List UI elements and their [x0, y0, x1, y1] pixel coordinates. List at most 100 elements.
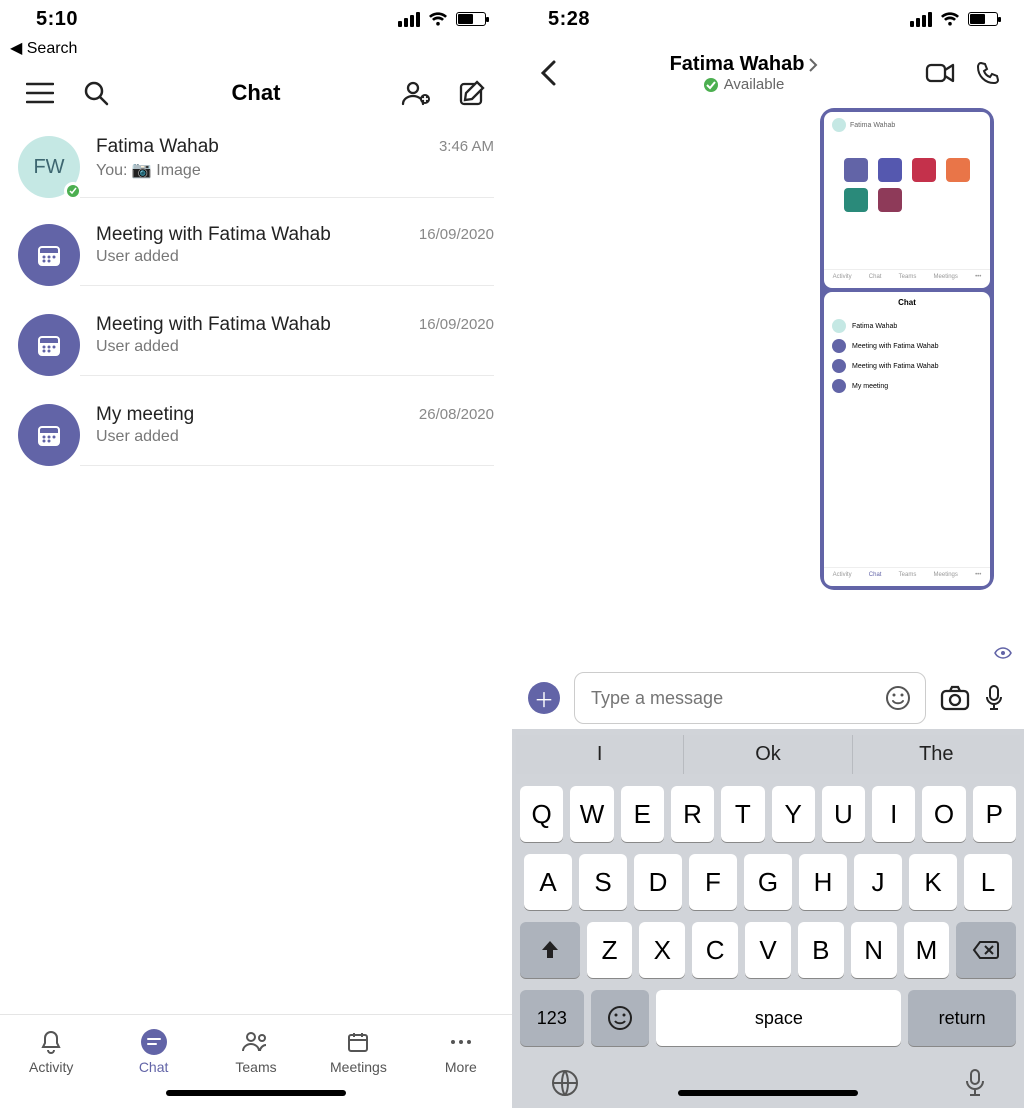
tab-label: Chat — [139, 1059, 169, 1075]
key-t[interactable]: T — [721, 786, 764, 842]
return-key[interactable]: return — [908, 990, 1016, 1046]
mic-icon[interactable] — [984, 684, 1004, 712]
back-icon[interactable] — [532, 57, 564, 89]
key-x[interactable]: X — [639, 922, 685, 978]
numbers-key[interactable]: 123 — [520, 990, 584, 1046]
chat-time: 16/09/2020 — [419, 224, 494, 248]
compose-box[interactable] — [574, 672, 926, 724]
message-input[interactable] — [589, 687, 875, 710]
search-icon[interactable] — [80, 77, 112, 109]
key-row-4: 123 space return — [516, 990, 1020, 1046]
tab-chat[interactable]: Chat — [102, 1029, 204, 1108]
key-j[interactable]: J — [854, 854, 902, 910]
backspace-key[interactable] — [956, 922, 1016, 978]
key-z[interactable]: Z — [587, 922, 633, 978]
home-indicator[interactable] — [678, 1090, 858, 1096]
teams-icon — [242, 1029, 270, 1055]
key-c[interactable]: C — [692, 922, 738, 978]
key-r[interactable]: R — [671, 786, 714, 842]
key-h[interactable]: H — [799, 854, 847, 910]
breadcrumb-back[interactable]: ◀ Search — [0, 38, 512, 64]
home-indicator[interactable] — [166, 1090, 346, 1096]
key-l[interactable]: L — [964, 854, 1012, 910]
key-n[interactable]: N — [851, 922, 897, 978]
key-g[interactable]: G — [744, 854, 792, 910]
suggestion[interactable]: The — [853, 735, 1020, 774]
add-attachment-button[interactable]: ＋ — [528, 682, 560, 714]
avatar-meeting-icon — [18, 224, 80, 286]
camera-icon[interactable] — [940, 685, 970, 711]
chat-row-meeting-3[interactable]: My meeting 26/08/2020 User added — [18, 390, 494, 480]
key-u[interactable]: U — [822, 786, 865, 842]
tab-activity[interactable]: Activity — [0, 1029, 102, 1108]
chat-preview: User added — [96, 428, 494, 446]
chat-row-meeting-1[interactable]: Meeting with Fatima Wahab 16/09/2020 Use… — [18, 210, 494, 300]
keyboard: I Ok The Q W E R T Y U I O P A S D F G H… — [512, 729, 1024, 1108]
key-a[interactable]: A — [524, 854, 572, 910]
status-time: 5:28 — [548, 8, 590, 31]
key-m[interactable]: M — [904, 922, 950, 978]
space-key[interactable]: space — [656, 990, 901, 1046]
key-f[interactable]: F — [689, 854, 737, 910]
sent-image-message[interactable]: Fatima Wahab ActivityChatTeamsMeetings••… — [820, 108, 994, 590]
chat-preview: User added — [96, 248, 494, 266]
compose-icon[interactable] — [456, 77, 488, 109]
compose-row: ＋ — [512, 667, 1024, 729]
conversation-header: Fatima Wahab Available — [512, 38, 1024, 108]
presence-badge — [64, 182, 82, 200]
video-call-icon[interactable] — [924, 57, 956, 89]
add-contact-icon[interactable] — [400, 77, 432, 109]
tab-label: More — [445, 1059, 477, 1075]
chat-header: Chat — [0, 64, 512, 122]
wifi-icon — [428, 12, 448, 27]
avatar-meeting-icon — [18, 314, 80, 376]
key-d[interactable]: D — [634, 854, 682, 910]
key-o[interactable]: O — [922, 786, 965, 842]
chat-row-meeting-2[interactable]: Meeting with Fatima Wahab 16/09/2020 Use… — [18, 300, 494, 390]
tab-label: Teams — [235, 1059, 276, 1075]
key-i[interactable]: I — [872, 786, 915, 842]
chat-preview: You: 📷 Image — [96, 160, 494, 180]
conversation-screen: 5:28 Fatima Wahab Available — [512, 0, 1024, 1108]
tab-label: Meetings — [330, 1059, 387, 1075]
key-w[interactable]: W — [570, 786, 613, 842]
audio-call-icon[interactable] — [972, 57, 1004, 89]
key-b[interactable]: B — [798, 922, 844, 978]
key-q[interactable]: Q — [520, 786, 563, 842]
tab-more[interactable]: More — [410, 1029, 512, 1108]
globe-key[interactable] — [550, 1068, 580, 1098]
hamburger-icon[interactable] — [24, 77, 56, 109]
chat-time: 26/08/2020 — [419, 404, 494, 428]
key-p[interactable]: P — [973, 786, 1016, 842]
battery-icon — [456, 12, 486, 26]
presence-dot — [704, 78, 718, 92]
status-bar: 5:28 — [512, 0, 1024, 38]
status-icons — [398, 12, 486, 27]
dictation-key[interactable] — [964, 1068, 986, 1098]
page-title: Chat — [136, 80, 376, 106]
tab-teams[interactable]: Teams — [205, 1029, 307, 1108]
avatar-meeting-icon — [18, 404, 80, 466]
key-y[interactable]: Y — [772, 786, 815, 842]
status-bar: 5:10 — [0, 0, 512, 38]
status-icons — [910, 12, 998, 27]
read-receipt-icon — [994, 647, 1012, 659]
key-k[interactable]: K — [909, 854, 957, 910]
tab-meetings[interactable]: Meetings — [307, 1029, 409, 1108]
cellular-icon — [398, 12, 420, 27]
key-e[interactable]: E — [621, 786, 664, 842]
shift-key[interactable] — [520, 922, 580, 978]
chat-time: 3:46 AM — [439, 136, 494, 160]
emoji-keyboard-key[interactable] — [591, 990, 650, 1046]
key-v[interactable]: V — [745, 922, 791, 978]
chat-row-fatima[interactable]: FW Fatima Wahab 3:46 AM You: 📷 Image — [18, 122, 494, 210]
conversation-body[interactable]: Fatima Wahab ActivityChatTeamsMeetings••… — [512, 108, 1024, 667]
suggestion-row: I Ok The — [516, 735, 1020, 774]
key-s[interactable]: S — [579, 854, 627, 910]
suggestion[interactable]: Ok — [684, 735, 852, 774]
mini-screenshot-contact: Fatima Wahab ActivityChatTeamsMeetings••… — [824, 112, 990, 288]
avatar-initials: FW — [33, 156, 64, 179]
emoji-icon[interactable] — [885, 685, 911, 711]
suggestion[interactable]: I — [516, 735, 684, 774]
contact-name[interactable]: Fatima Wahab — [670, 53, 819, 76]
